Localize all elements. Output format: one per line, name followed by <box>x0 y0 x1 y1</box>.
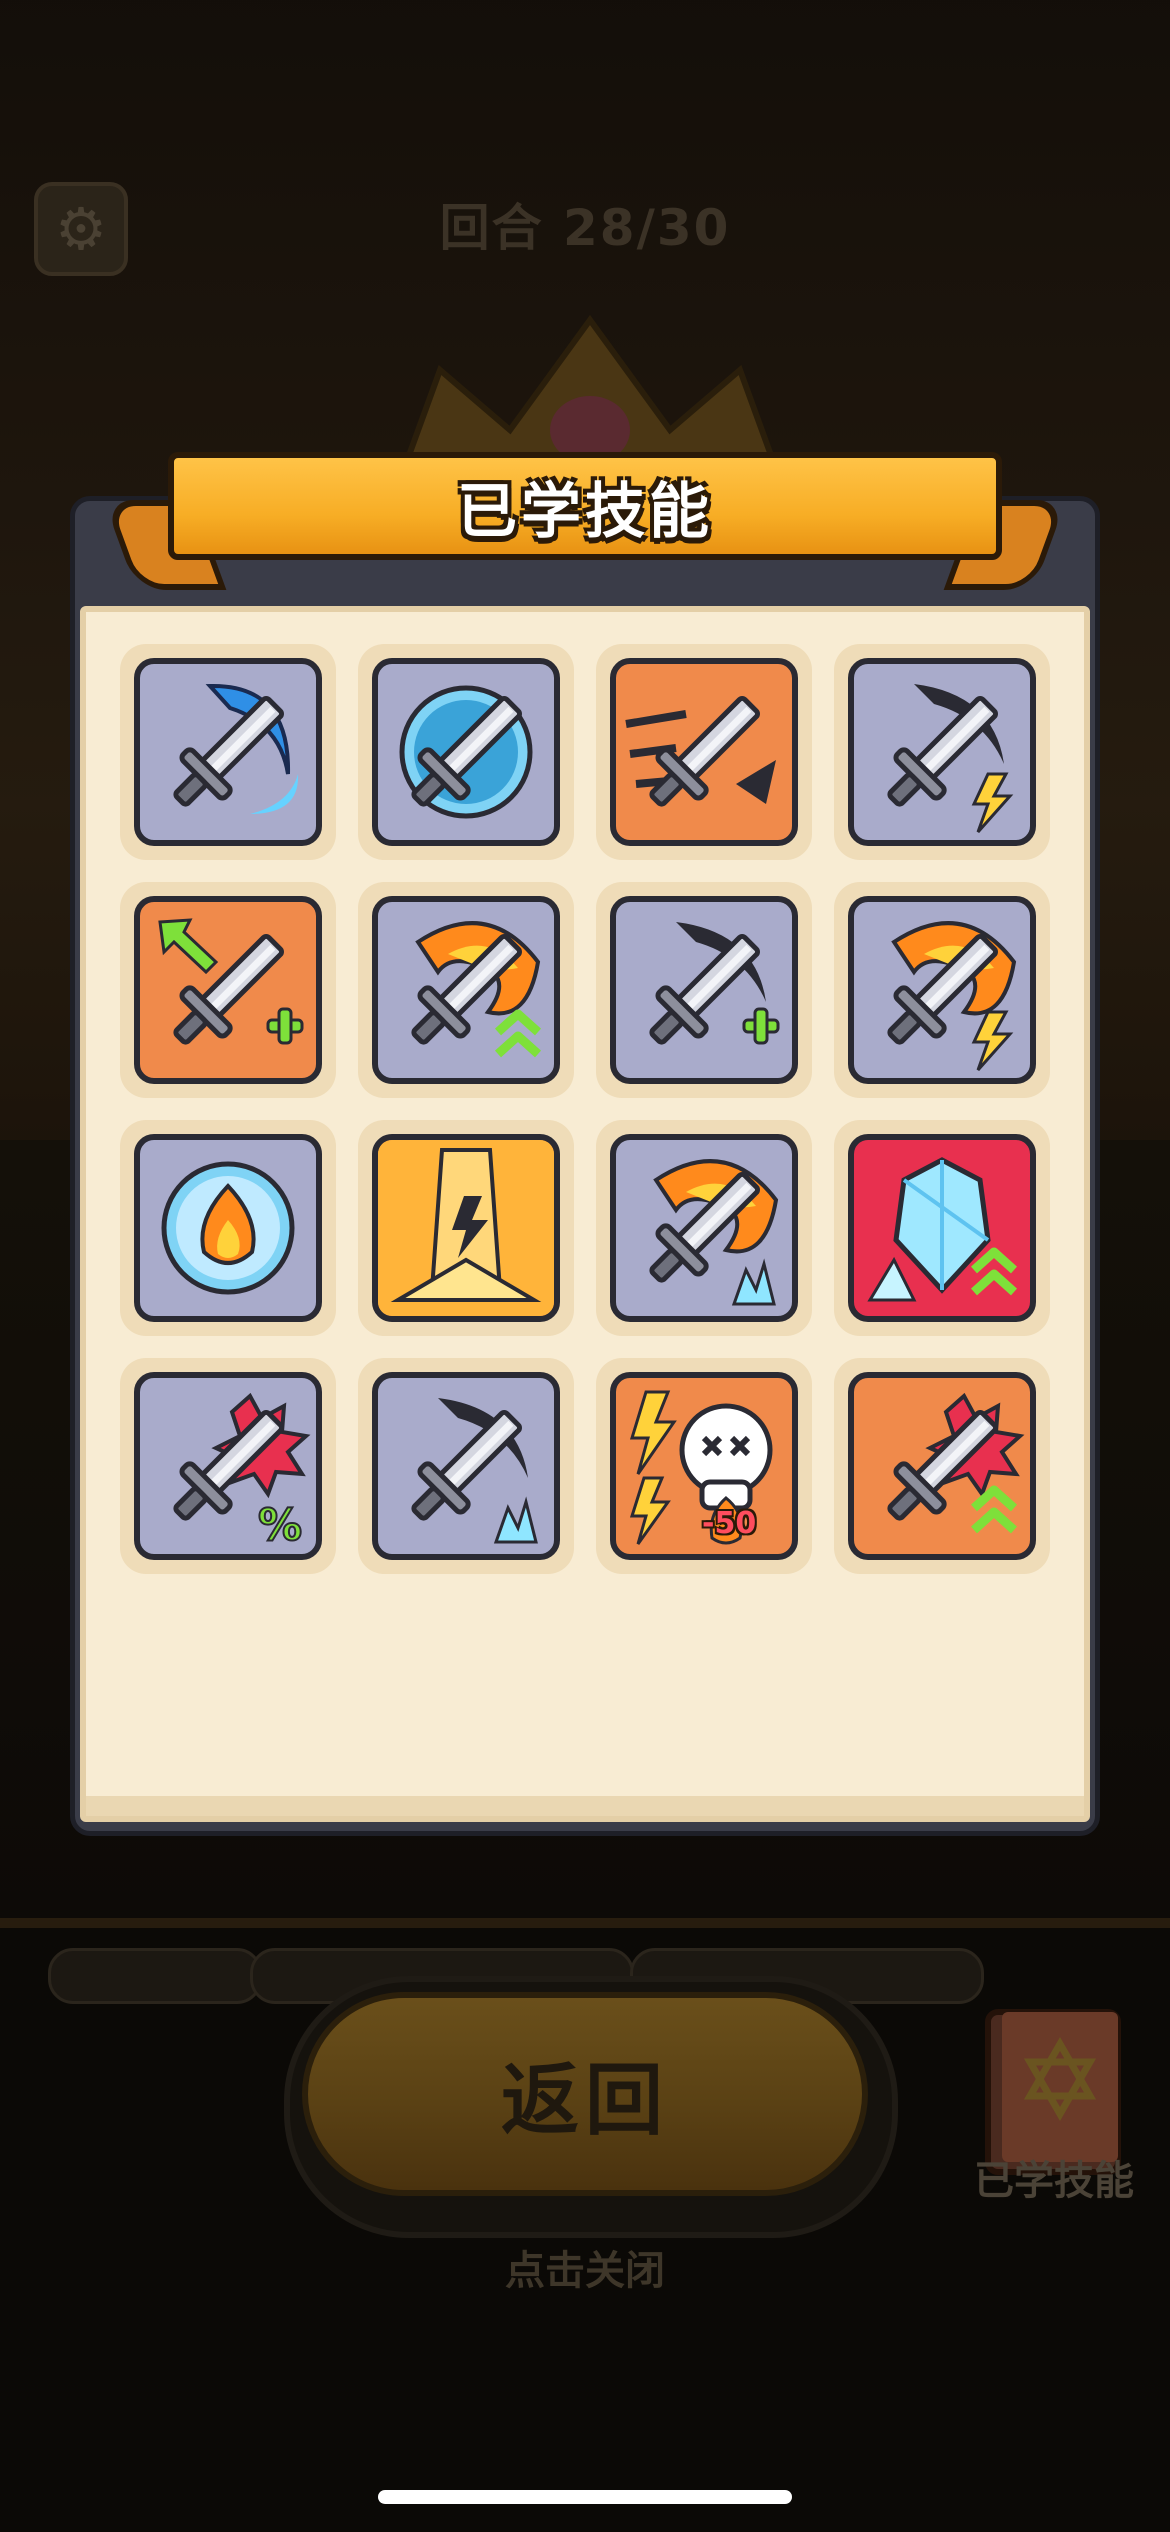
sword-dark-slash-plus-icon <box>649 922 780 1045</box>
home-indicator[interactable] <box>378 2490 792 2504</box>
skill-card[interactable] <box>372 1134 560 1322</box>
divider <box>0 1918 1170 1928</box>
sword-burst-upgrade-icon <box>887 1392 1025 1534</box>
modal-title-ribbon: 已学技能 <box>168 452 1002 560</box>
sword-dash-icon <box>625 696 776 807</box>
skill-slot[interactable] <box>596 1120 812 1336</box>
sword-dark-slash-ice-icon <box>411 1398 538 1544</box>
skill-slot[interactable] <box>358 1358 574 1574</box>
skill-slot[interactable] <box>120 882 336 1098</box>
skill-card[interactable] <box>372 1372 560 1560</box>
svg-text:%: % <box>258 1500 302 1551</box>
skill-slot[interactable] <box>834 882 1050 1098</box>
hud-chip <box>48 1948 262 2004</box>
skill-slot[interactable] <box>596 882 812 1098</box>
ice-crystal-upgrade-icon <box>867 1157 1018 1302</box>
sword-burst-percent-icon: % <box>173 1392 311 1552</box>
skill-card[interactable] <box>848 1134 1036 1322</box>
skill-grid: % -50 <box>120 644 1060 1574</box>
skill-card[interactable] <box>610 896 798 1084</box>
skill-card[interactable] <box>372 896 560 1084</box>
sword-fire-lightning-icon <box>887 921 1017 1071</box>
tap-to-close-hint[interactable]: 点击关闭 <box>0 2238 1170 2296</box>
sword-dark-slash-lightning-icon <box>887 684 1014 833</box>
fire-bubble-icon <box>161 1161 295 1295</box>
skill-card[interactable] <box>848 896 1036 1084</box>
modal-title: 已学技能 <box>457 476 713 547</box>
sword-fire-ice-icon <box>649 1159 779 1306</box>
sword-fire-upgrade-icon <box>411 921 542 1058</box>
skill-slot[interactable] <box>358 1120 574 1336</box>
skill-slot[interactable] <box>358 882 574 1098</box>
skill-slot[interactable] <box>120 1120 336 1336</box>
skill-badge: -50 <box>702 1506 757 1541</box>
panel-edge <box>86 1796 1084 1816</box>
sword-green-arrows-plus-icon <box>158 918 304 1045</box>
skill-slot[interactable] <box>834 644 1050 860</box>
skill-card[interactable] <box>848 658 1036 846</box>
skill-book-label[interactable]: 已学技能 <box>944 2148 1164 2206</box>
sword-bubble-shield-icon <box>399 685 533 819</box>
skill-card[interactable] <box>372 658 560 846</box>
skill-card[interactable] <box>610 658 798 846</box>
skill-card[interactable] <box>134 896 322 1084</box>
skill-card[interactable] <box>134 1134 322 1322</box>
skill-slot[interactable] <box>358 644 574 860</box>
skill-slot[interactable] <box>834 1120 1050 1336</box>
skill-card[interactable]: -50 <box>610 1372 798 1560</box>
round-counter: 回合 28/30 <box>439 199 731 257</box>
skill-slot[interactable]: -50 <box>596 1358 812 1574</box>
sword-blue-slash-icon <box>173 683 299 814</box>
skill-card[interactable]: % <box>134 1372 322 1560</box>
skill-slot[interactable] <box>596 644 812 860</box>
skill-card[interactable] <box>134 658 322 846</box>
skill-slot[interactable]: % <box>120 1358 336 1574</box>
skill-slot[interactable] <box>120 644 336 860</box>
skill-card[interactable] <box>610 1134 798 1322</box>
skill-slot[interactable] <box>834 1358 1050 1574</box>
return-button[interactable]: 返回 <box>302 1992 868 2196</box>
skill-card[interactable] <box>848 1372 1036 1560</box>
lightning-pillar-icon <box>378 1140 554 1316</box>
